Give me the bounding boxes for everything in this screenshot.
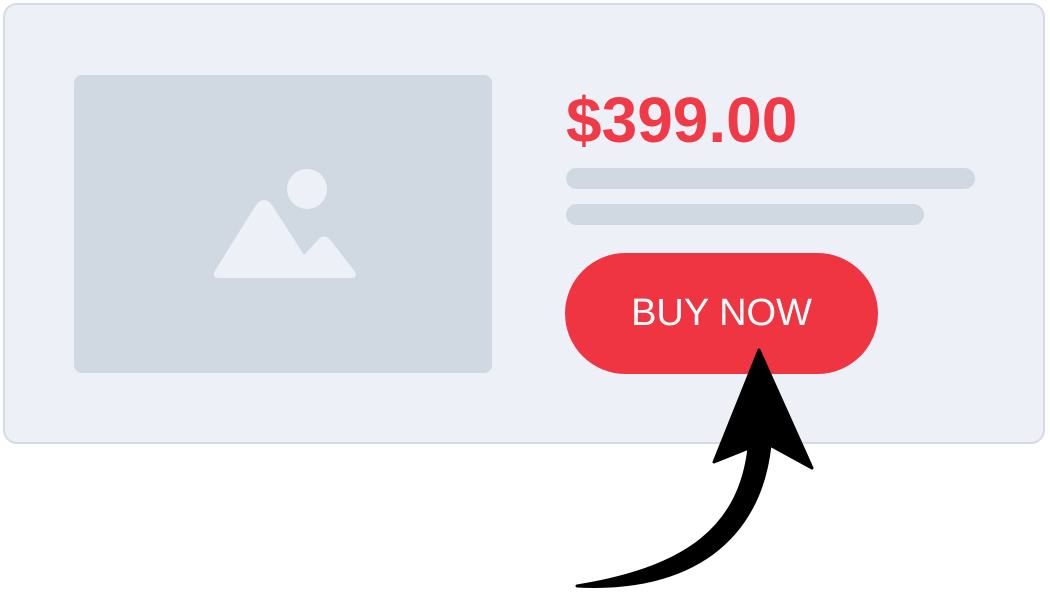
description-line-placeholder [566,204,924,225]
product-price: $399.00 [566,84,798,156]
description-line-placeholder [566,168,975,189]
image-placeholder-icon [213,169,356,278]
product-image [74,75,492,373]
buy-now-button[interactable]: BUY NOW [565,253,878,374]
stage: $399.00 BUY NOW [0,0,1050,600]
